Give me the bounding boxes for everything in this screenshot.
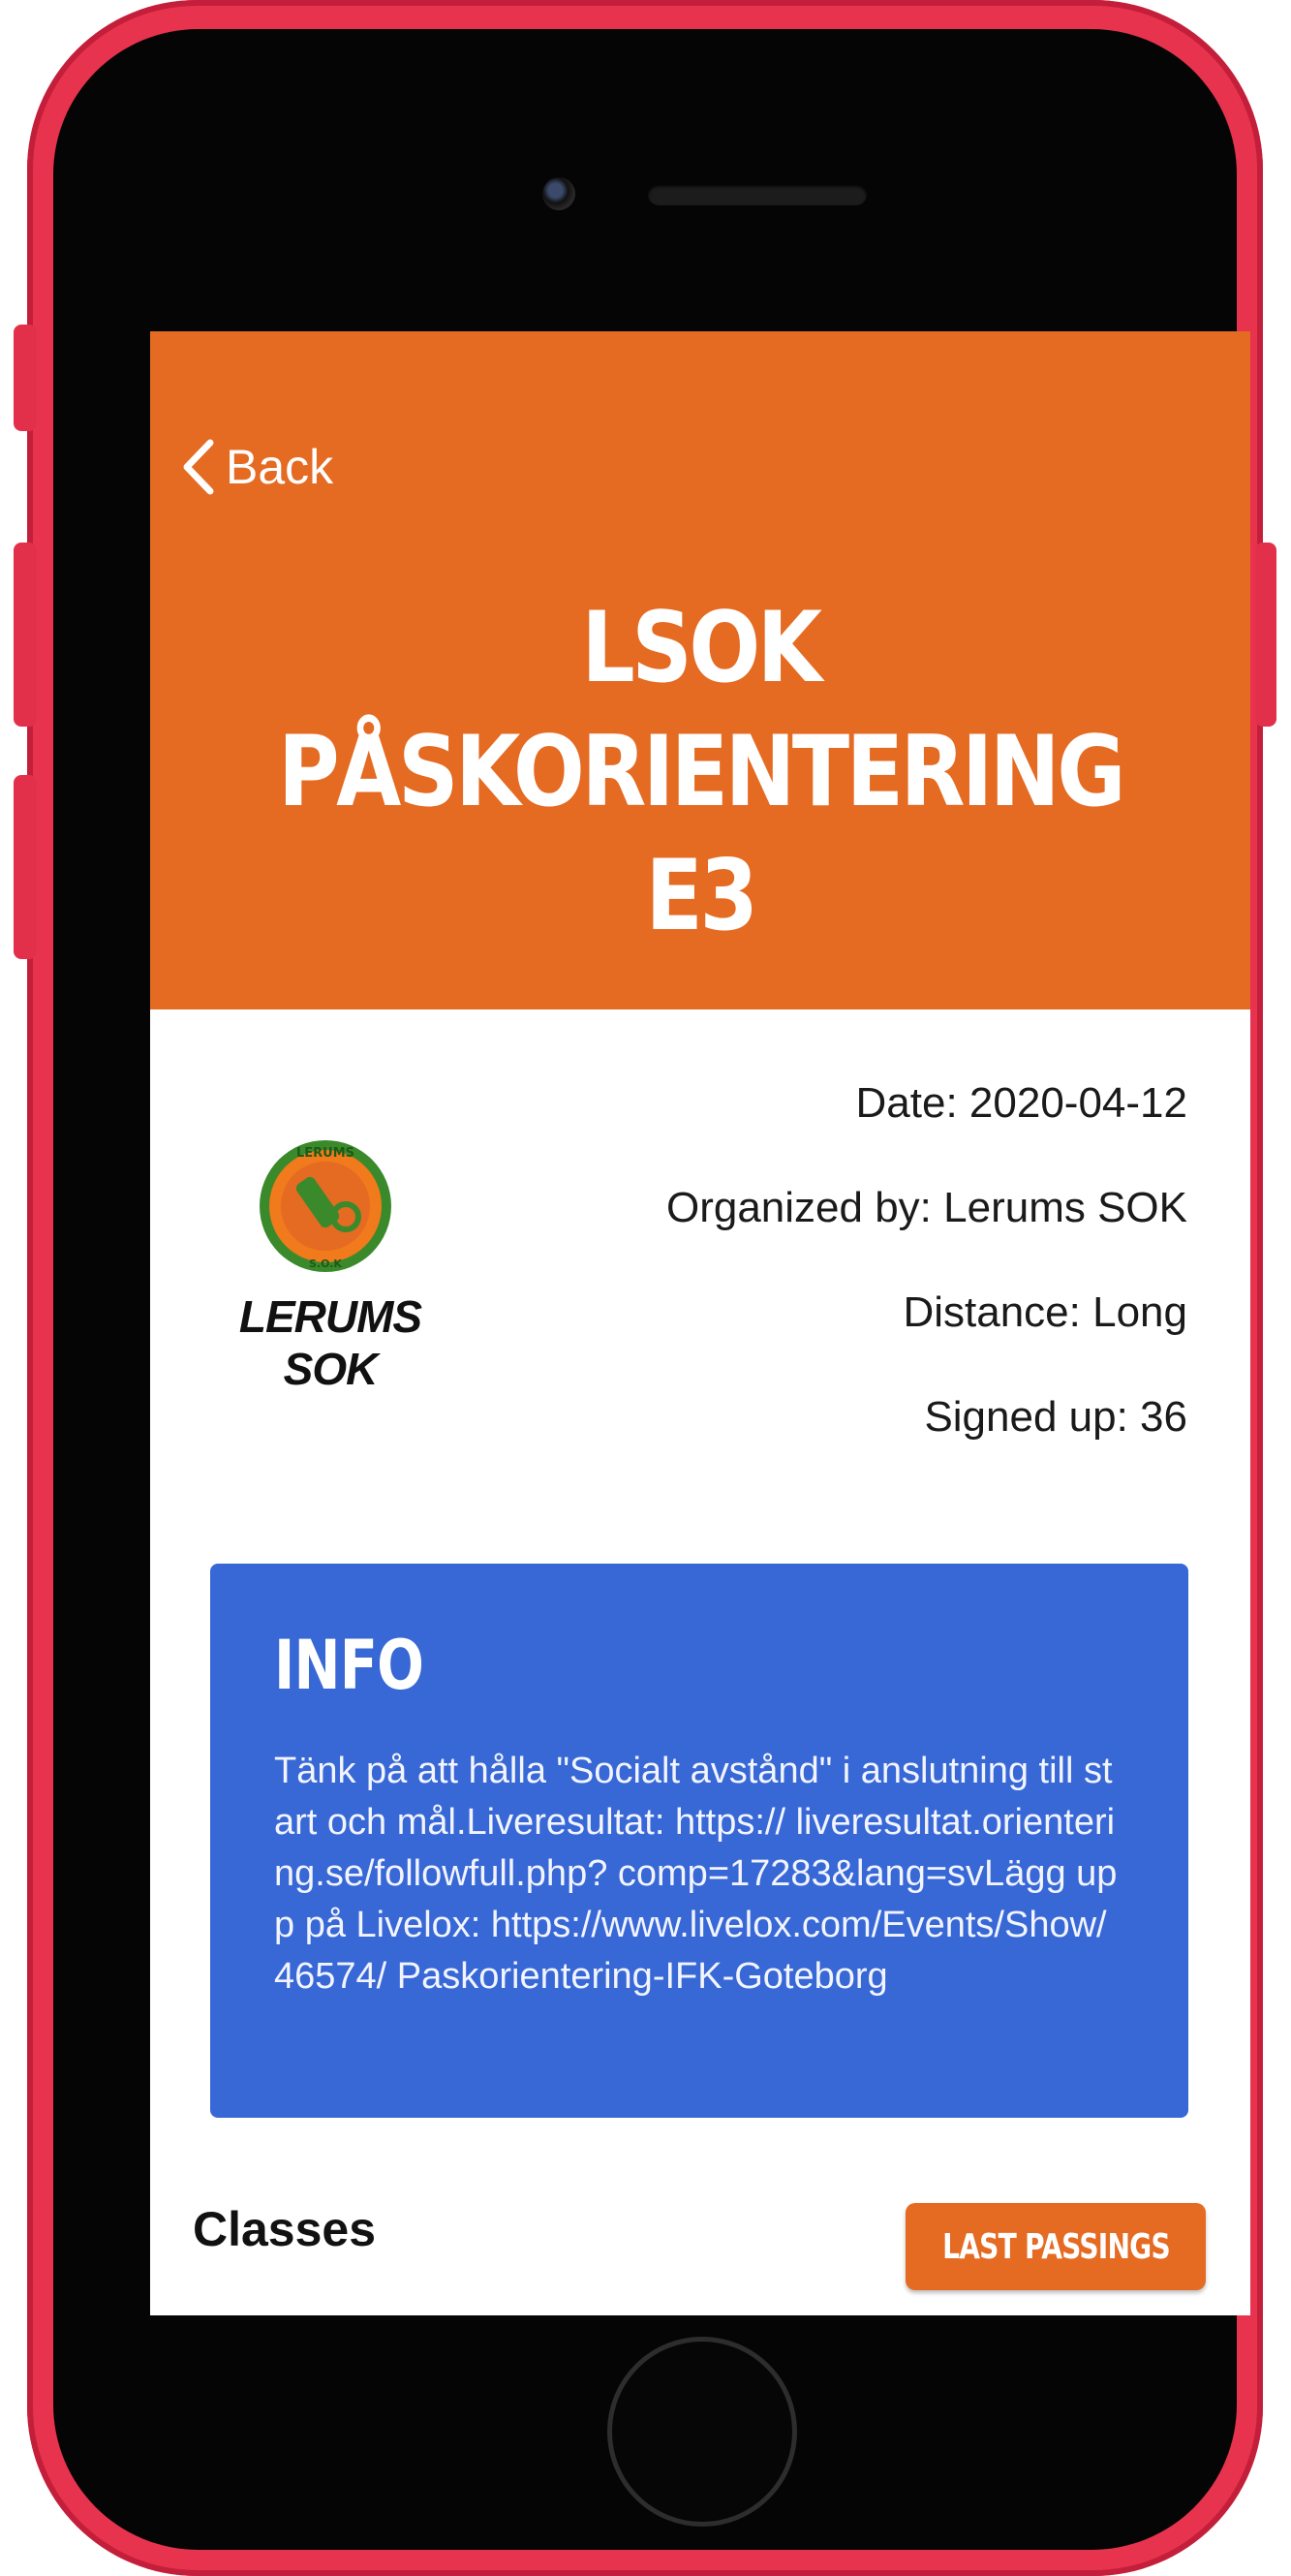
event-title-line-1: LSOK PÅSKORIENTERING [277,590,1126,828]
earpiece-speaker [648,184,867,205]
back-button[interactable]: Back [177,433,333,501]
event-date: Date: 2020-04-12 [855,1079,1187,1127]
event-title: LSOK PÅSKORIENTERING E3 [244,585,1157,957]
last-passings-label: LAST PASSINGS [941,2226,1171,2267]
power-button [1255,543,1276,727]
camera-icon [542,177,575,210]
organizer-logo: LERUMS S.O.K [260,1140,391,1272]
event-signed-up: Signed up: 36 [924,1393,1187,1441]
chevron-left-icon [183,439,214,495]
event-details: Date: 2020-04-12 Organized by: Lerums SO… [666,1058,1187,1476]
organizer-logo-wordmark: LERUMS SOK [238,1291,422,1394]
volume-down-button [14,775,37,959]
event-distance: Distance: Long [903,1288,1187,1336]
mute-switch [14,325,37,431]
home-button[interactable] [607,2337,797,2527]
app-screen: Back LSOK PÅSKORIENTERING E3 LERUMS S.O.… [150,331,1250,2315]
event-organizer: Organized by: Lerums SOK [665,1184,1187,1231]
svg-text:LERUMS: LERUMS [296,1146,354,1161]
classes-heading: Classes [193,2202,377,2256]
phone-bezel: Back LSOK PÅSKORIENTERING E3 LERUMS S.O.… [53,29,1250,2550]
info-text: Tänk på att hålla "Socialt avstånd" i an… [274,1751,1118,1997]
info-title: INFO [274,1626,424,1705]
volume-up-button [14,543,37,727]
header-wave [150,951,1250,1009]
event-title-line-2: E3 [645,838,758,952]
back-label: Back [226,440,334,494]
svg-text:S.O.K: S.O.K [309,1257,342,1270]
event-header: Back LSOK PÅSKORIENTERING E3 [150,331,1250,1009]
info-card: INFO Tänk på att hålla "Socialt avstånd"… [210,1564,1188,2118]
last-passings-button[interactable]: LAST PASSINGS [906,2203,1206,2290]
